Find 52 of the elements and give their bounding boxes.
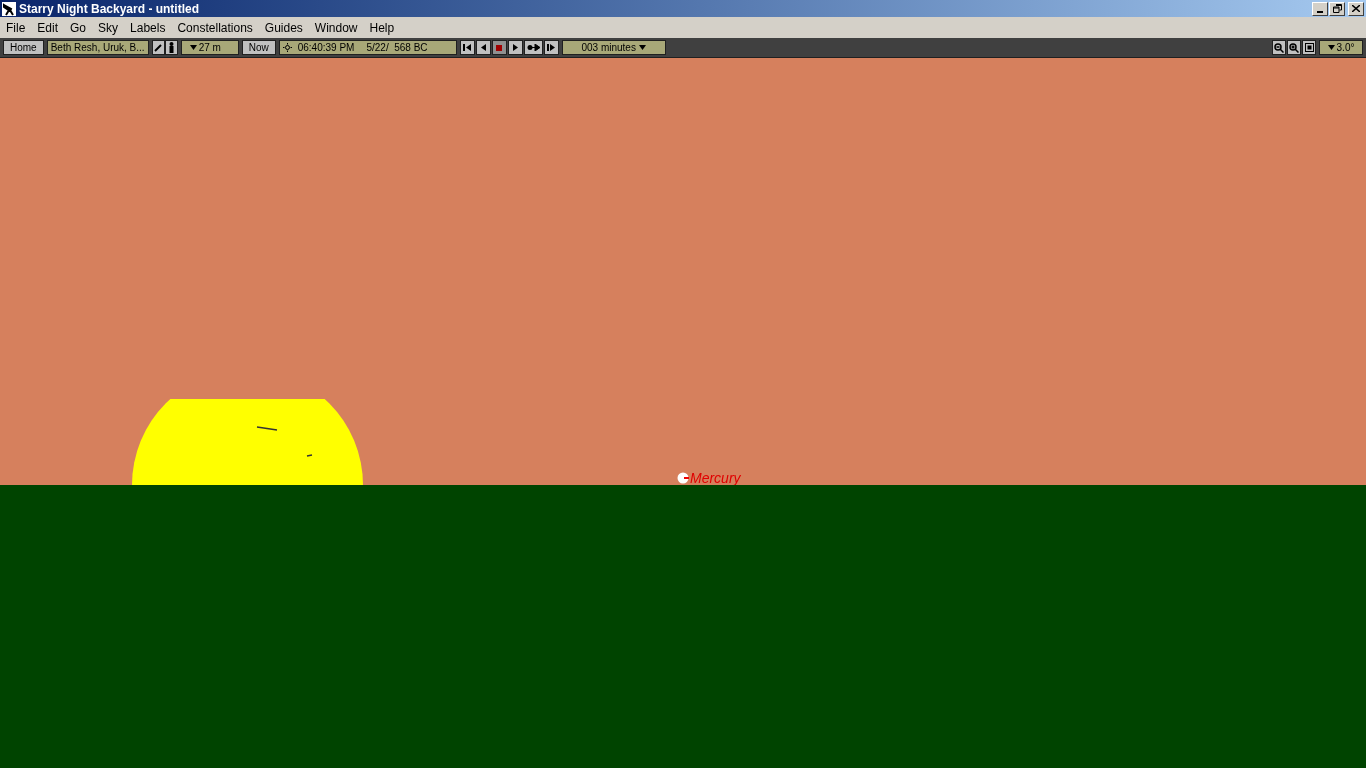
real-time-icon [526, 44, 540, 51]
restore-button[interactable] [1329, 1, 1345, 16]
stop-button[interactable] [491, 40, 507, 55]
dropdown-arrow-icon [1327, 45, 1335, 50]
sun-icon [282, 43, 292, 52]
home-button[interactable]: Home [3, 40, 44, 55]
dropdown-arrow-icon [638, 45, 646, 50]
step-back-button[interactable] [459, 40, 475, 55]
field-of-view-dropdown[interactable]: 3.0° [1319, 40, 1363, 55]
date-text[interactable]: 5/22/ 568 BC [366, 40, 428, 55]
minimize-button[interactable] [1312, 1, 1328, 16]
close-button[interactable] [1348, 1, 1364, 16]
elevation-dropdown[interactable]: 27 m [180, 40, 239, 55]
close-icon [1352, 5, 1360, 12]
pencil-icon [153, 43, 163, 52]
zoom-out-button[interactable] [1272, 40, 1286, 55]
time-text[interactable]: 06:40:39 PM [297, 40, 355, 55]
stop-icon [496, 44, 503, 51]
planet-label: Mercury [690, 471, 741, 485]
zoom-in-icon [1289, 42, 1299, 53]
menu-item[interactable]: Window [308, 18, 364, 37]
play-backward-button[interactable] [475, 40, 491, 55]
planet-icon[interactable] [677, 472, 689, 484]
play-backward-icon [480, 44, 486, 51]
zoom-in-button[interactable] [1287, 40, 1301, 55]
menu-item[interactable]: Sky [92, 18, 125, 37]
play-forward-icon [512, 44, 518, 51]
real-time-button[interactable] [523, 40, 543, 55]
minimize-icon [1317, 10, 1323, 13]
window-title: Starry Night Backyard - untitled [19, 2, 200, 15]
menu-item[interactable]: Help [363, 18, 401, 37]
time-step-dropdown[interactable]: 003 minutes [561, 40, 666, 55]
location-selector[interactable]: Beth Resh, Uruk, B... [46, 40, 149, 55]
now-button[interactable]: Now [241, 40, 276, 55]
menu-item[interactable]: Go [64, 18, 93, 37]
person-icon [167, 42, 175, 53]
square-icon [1304, 43, 1314, 52]
telescope-icon [2, 1, 16, 16]
zoom-out-icon [1274, 42, 1284, 53]
step-forward-icon [547, 44, 556, 51]
menu-item[interactable]: Constellations [171, 18, 259, 37]
step-back-icon [463, 44, 472, 51]
step-forward-button[interactable] [543, 40, 559, 55]
menu-item[interactable]: Edit [31, 18, 65, 37]
menu-item[interactable]: Guides [258, 18, 309, 37]
restore-icon [1332, 4, 1342, 13]
dropdown-arrow-icon [189, 45, 197, 50]
full-view-button[interactable] [1302, 40, 1316, 55]
edit-location-button[interactable] [151, 40, 165, 55]
menu-item[interactable]: File [0, 18, 32, 37]
play-forward-button[interactable] [507, 40, 523, 55]
menu-item[interactable]: Labels [124, 18, 172, 37]
